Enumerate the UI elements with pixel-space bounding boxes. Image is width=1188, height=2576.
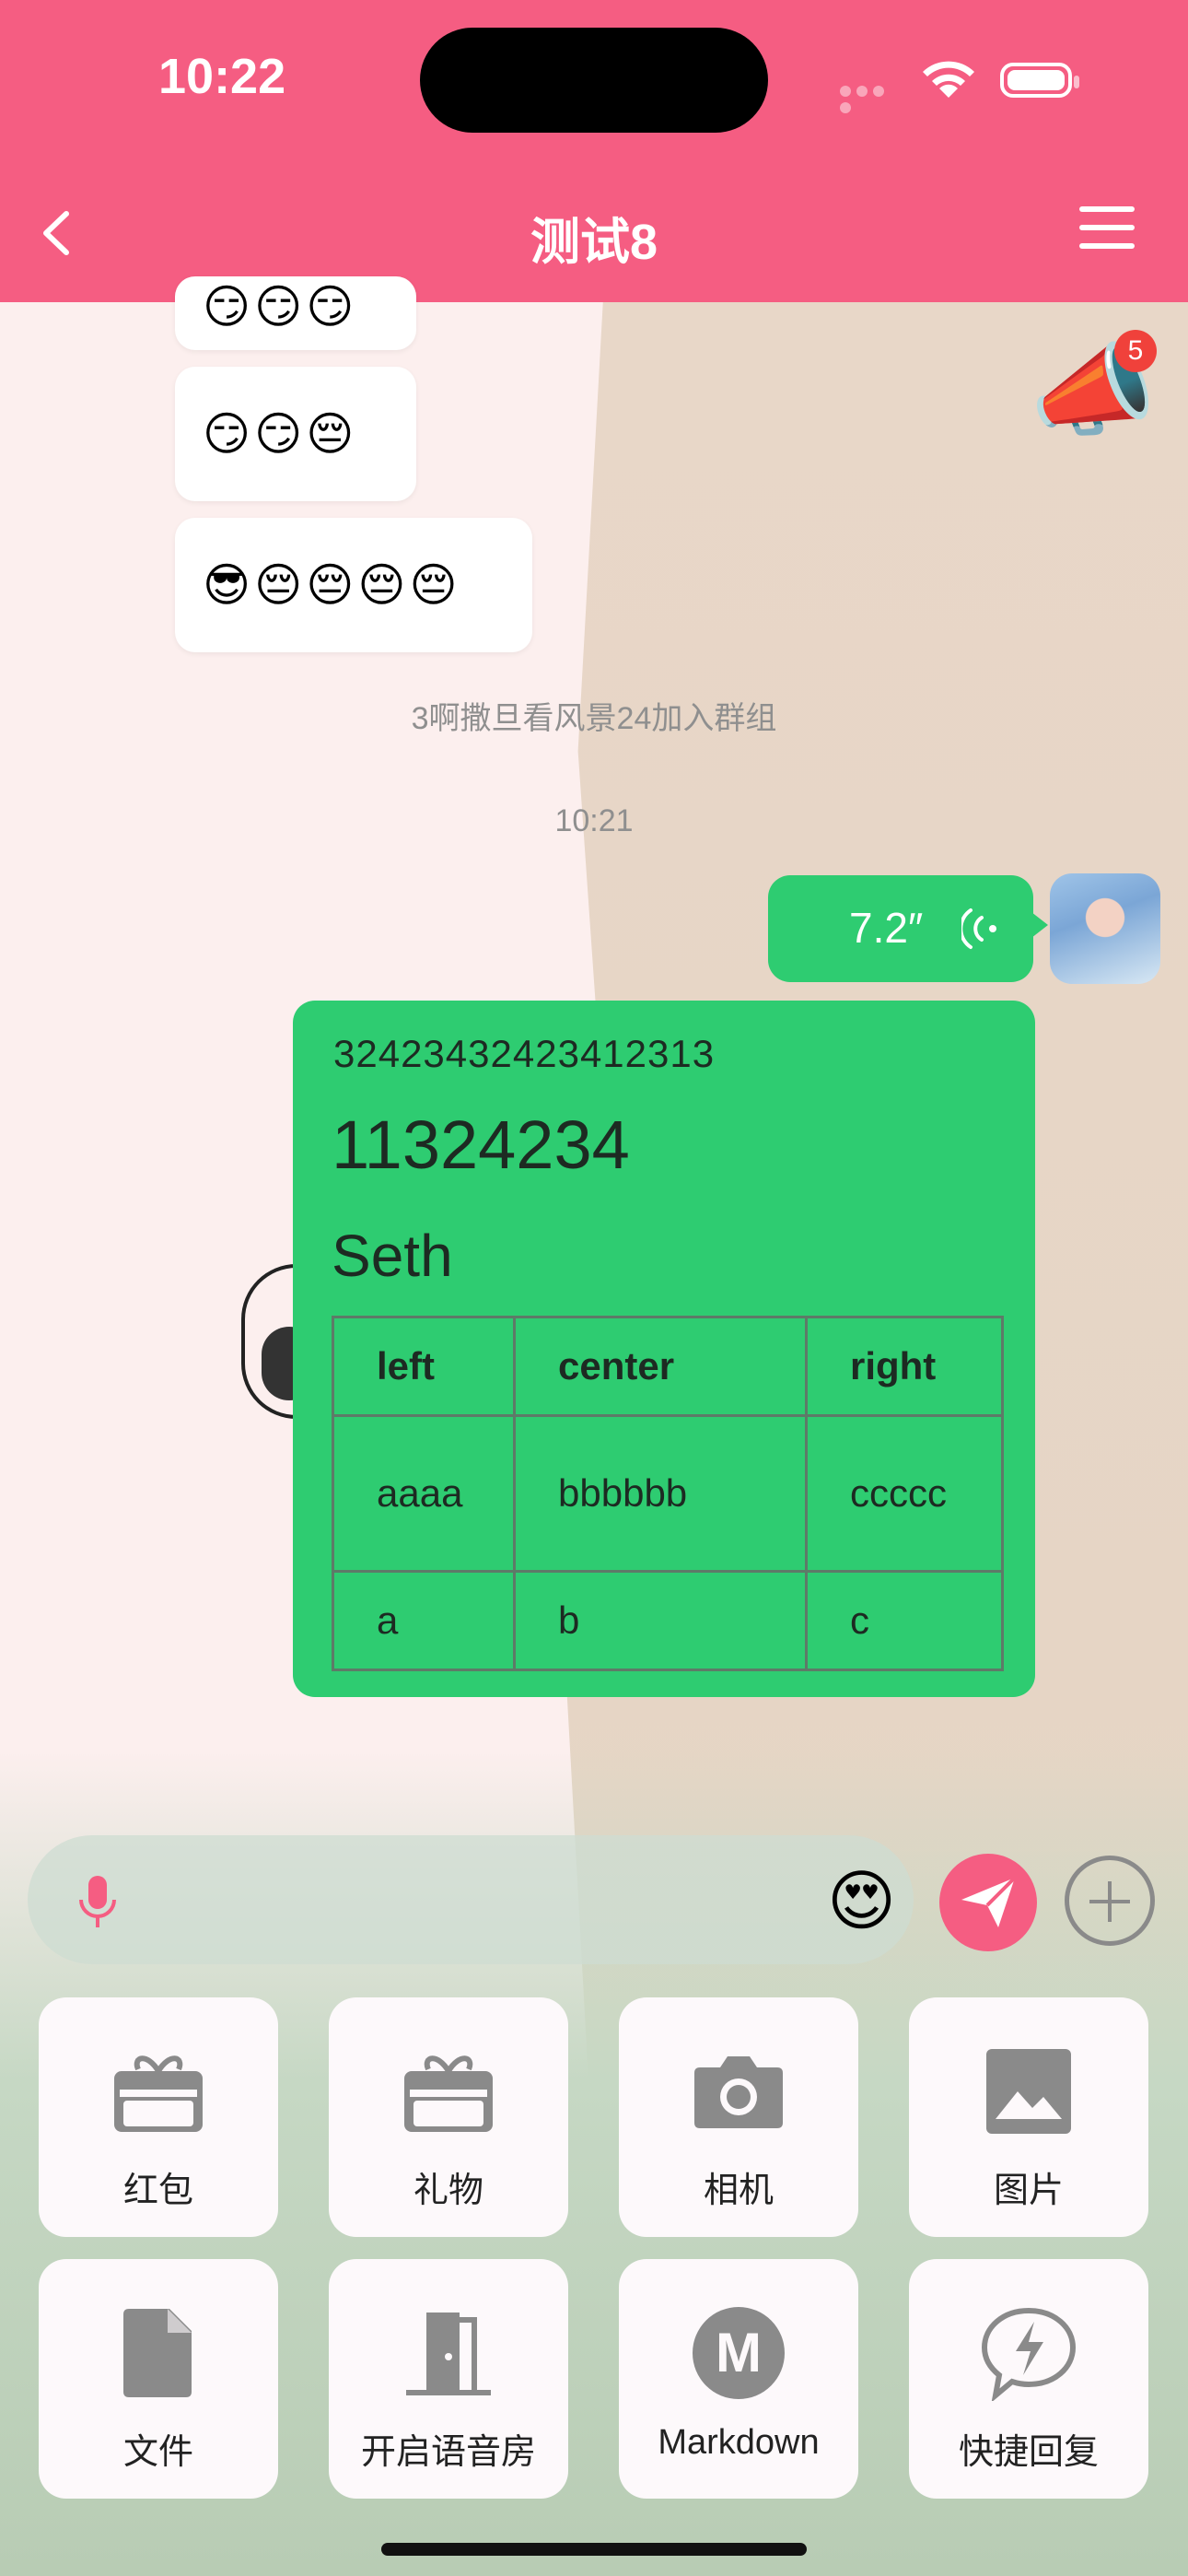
table-cell: bbbbbb xyxy=(513,1414,808,1573)
action-camera[interactable]: 相机 xyxy=(619,1997,858,2237)
table-header: center xyxy=(513,1316,808,1417)
action-image[interactable]: 图片 xyxy=(909,1997,1148,2237)
action-label: 快捷回复 xyxy=(958,2433,1099,2472)
file-icon xyxy=(123,2309,192,2397)
table-cell: a xyxy=(331,1570,517,1671)
markdown-heading-2: Seth xyxy=(332,1223,453,1289)
action-markdown[interactable]: M Markdown xyxy=(619,2259,858,2499)
emoji-message-partial[interactable]: 😏😏😏 xyxy=(175,276,416,350)
battery-icon xyxy=(1000,63,1079,98)
action-label: 相机 xyxy=(703,2172,774,2210)
voice-wave-icon xyxy=(961,908,996,949)
action-voice-room[interactable]: 开启语音房 xyxy=(329,2259,568,2499)
red-packet-icon xyxy=(114,2055,203,2132)
action-label: 开启语音房 xyxy=(360,2433,536,2472)
markdown-icon: M xyxy=(693,2307,785,2399)
action-label: 礼物 xyxy=(413,2172,483,2210)
table-header: right xyxy=(804,1316,1005,1417)
action-label: 图片 xyxy=(993,2172,1064,2210)
announcement-badge: 5 xyxy=(1114,330,1157,372)
emoji-picker-button[interactable]: 😍 xyxy=(827,1868,896,1935)
send-icon xyxy=(961,1876,1017,1927)
table-cell: ccccc xyxy=(804,1414,1005,1573)
message-text: 😎😔😔😔😔 xyxy=(203,559,461,611)
action-label: Markdown xyxy=(658,2423,820,2462)
action-gift[interactable]: 礼物 xyxy=(329,1997,568,2237)
action-quick-reply[interactable]: 快捷回复 xyxy=(909,2259,1148,2499)
home-indicator[interactable] xyxy=(381,2543,807,2556)
action-label: 红包 xyxy=(122,2172,193,2210)
message-text: 😏😏😔 xyxy=(203,408,358,460)
status-time: 10:22 xyxy=(158,49,286,104)
wifi-icon xyxy=(923,61,974,98)
gift-icon xyxy=(404,2055,493,2132)
status-bar: 10:22 xyxy=(0,0,1188,166)
dynamic-island xyxy=(420,28,768,133)
table-cell: aaaa xyxy=(331,1414,517,1573)
cellular-signal-icon xyxy=(840,85,904,113)
more-actions-plus-icon[interactable] xyxy=(1065,1856,1155,1946)
user-avatar[interactable] xyxy=(1050,873,1160,984)
action-label: 文件 xyxy=(122,2433,193,2472)
microphone-icon[interactable] xyxy=(76,1872,120,1931)
action-file[interactable]: 文件 xyxy=(39,2259,278,2499)
table-row: aaaa bbbbbb ccccc xyxy=(331,1414,1005,1573)
quick-reply-icon xyxy=(981,2307,1077,2401)
svg-text:M: M xyxy=(716,2322,762,2383)
voice-duration: 7.2″ xyxy=(849,904,924,952)
table-cell: b xyxy=(513,1570,808,1671)
table-cell: c xyxy=(804,1570,1005,1671)
door-icon xyxy=(406,2313,491,2395)
message-timestamp: 10:21 xyxy=(554,803,634,838)
emoji-message[interactable]: 😏😏😔 xyxy=(175,367,416,501)
table-row: a b c xyxy=(331,1570,1005,1671)
system-message: 3啊撒旦看风景24加入群组 xyxy=(411,701,777,736)
message-text: 😏😏😏 xyxy=(203,281,358,333)
markdown-table: left center right aaaa bbbbbb ccccc a b … xyxy=(331,1316,1005,1671)
send-button[interactable] xyxy=(939,1854,1037,1951)
action-red-packet[interactable]: 红包 xyxy=(39,1997,278,2237)
table-header: left xyxy=(331,1316,517,1417)
image-icon xyxy=(986,2049,1071,2134)
voice-message-bubble[interactable]: 7.2″ xyxy=(768,875,1048,982)
emoji-message[interactable]: 😎😔😔😔😔 xyxy=(175,518,532,652)
menu-icon[interactable] xyxy=(1079,206,1135,251)
camera-icon xyxy=(694,2056,783,2128)
markdown-message-bubble[interactable]: 32423432423412313 11324234 Seth left cen… xyxy=(293,1001,1035,1697)
markdown-heading-1: 11324234 xyxy=(332,1107,630,1183)
nav-bar: 测试8 xyxy=(0,166,1188,302)
message-input-bar[interactable]: 😍 xyxy=(28,1835,914,1964)
chat-title: 测试8 xyxy=(530,215,658,270)
markdown-paragraph: 32423432423412313 xyxy=(333,1032,716,1075)
